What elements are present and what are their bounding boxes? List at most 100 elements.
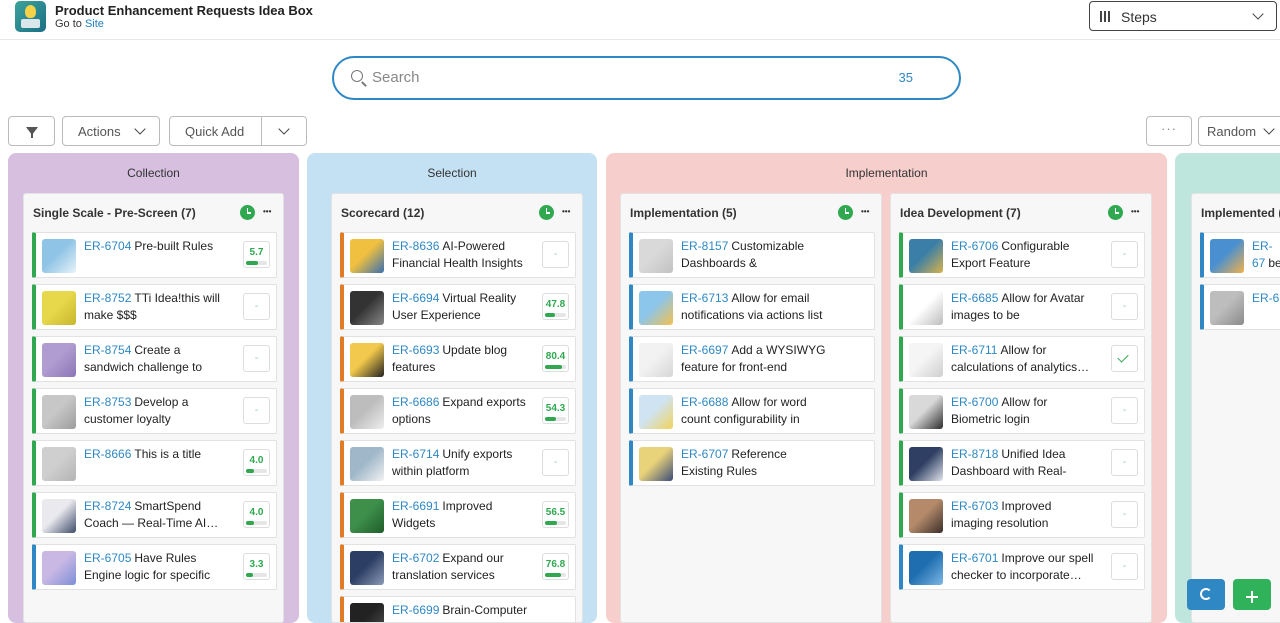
score-badge[interactable]: -	[1111, 553, 1138, 580]
idea-id-link[interactable]: ER-6688	[681, 395, 728, 409]
score-badge[interactable]: -	[243, 293, 270, 320]
idea-card[interactable]: ER-6701 Improve our spell checker to inco…	[899, 544, 1145, 590]
idea-card[interactable]: ER-6694 Virtual Reality User Experience 47…	[340, 284, 576, 330]
score-badge[interactable]: -	[1111, 241, 1138, 268]
score-badge[interactable]: 56.5	[542, 501, 569, 528]
idea-card[interactable]: ER-6711 Allow for calculations of analyti…	[899, 336, 1145, 382]
idea-id-link[interactable]: ER-6685	[951, 291, 998, 305]
idea-card[interactable]: ER-6702 Expand our translation services 76…	[340, 544, 576, 590]
idea-card[interactable]: ER-6704 Pre-built Rules 5.7	[32, 232, 277, 278]
idea-id-link[interactable]: ER-8753	[84, 395, 131, 409]
view-select[interactable]: Steps	[1089, 1, 1277, 31]
score-badge[interactable]: 54.3	[542, 397, 569, 424]
idea-id-link[interactable]: ER-8636	[392, 239, 439, 253]
search-bar[interactable]: Search 35	[332, 56, 961, 100]
score-badge[interactable]: 4.0	[243, 449, 270, 476]
idea-id-link[interactable]: ER-66	[1252, 291, 1280, 305]
score-badge[interactable]: 47.8	[542, 293, 569, 320]
stage-title[interactable]: Scorecard (12)	[341, 206, 424, 220]
idea-card[interactable]: ER-8157Customizable Dashboards & Workspa…	[629, 232, 875, 278]
idea-card[interactable]: ER-6703 Improved imaging resolution -	[899, 492, 1145, 538]
stage-menu-icon[interactable]: •••	[562, 207, 570, 216]
idea-id-link[interactable]: ER-6699	[392, 603, 439, 617]
idea-id-link[interactable]: ER-6693	[392, 343, 439, 357]
score-badge[interactable]: 4.0	[243, 501, 270, 528]
score-badge[interactable]: -	[1111, 397, 1138, 424]
idea-card[interactable]: ER-6706 Configurable Export Feature -	[899, 232, 1145, 278]
idea-id-link[interactable]: ER-6711	[951, 343, 997, 357]
quick-add-dropdown-icon[interactable]	[278, 123, 290, 135]
idea-id-link[interactable]: ER-6701	[951, 551, 998, 565]
stage-menu-icon[interactable]: •••	[263, 207, 271, 216]
idea-card[interactable]: ER-6688 Allow for word count configurabil…	[629, 388, 875, 434]
idea-card[interactable]: ER-6713 Allow for email notifications via…	[629, 284, 875, 330]
score-badge[interactable]: -	[1111, 293, 1138, 320]
idea-card[interactable]: ER-8754Create a sandwich challenge to ge…	[32, 336, 277, 382]
idea-id-link[interactable]: ER-6706	[951, 239, 998, 253]
idea-id-link[interactable]: ER-8724	[84, 499, 131, 513]
idea-id-link[interactable]: ER-6697	[681, 343, 728, 357]
add-idea-button[interactable]	[1233, 579, 1271, 610]
site-link[interactable]: Site	[85, 18, 104, 30]
idea-card[interactable]: ER-6691 Improved Widgets 56.5	[340, 492, 576, 538]
actions-button[interactable]: Actions	[62, 116, 160, 146]
idea-card[interactable]: ER-67betw	[1200, 232, 1280, 278]
idea-id-link[interactable]: ER-6707	[681, 447, 728, 461]
idea-id-link[interactable]: ER-8157	[681, 239, 728, 253]
idea-id-link[interactable]: ER-6705	[84, 551, 131, 565]
idea-card[interactable]: ER-8666 This is a title 4.0	[32, 440, 277, 486]
sort-select[interactable]: Random	[1198, 116, 1280, 146]
idea-card[interactable]: ER-6705 Have Rules Engine logic for speci…	[32, 544, 277, 590]
score-bar	[545, 417, 566, 421]
stage-title[interactable]: Single Scale - Pre-Screen (7)	[33, 206, 196, 220]
score-badge[interactable]: -	[243, 397, 270, 424]
score-badge[interactable]: 80.4	[542, 345, 569, 372]
idea-id-link[interactable]: ER-8666	[84, 447, 131, 461]
idea-card[interactable]: ER-8753Develop a customer loyalty progra…	[32, 388, 277, 434]
quick-add-button[interactable]: Quick Add	[169, 116, 307, 146]
score-badge[interactable]: -	[1111, 501, 1138, 528]
idea-card[interactable]: ER-8724 SmartSpend Coach — Real-Time AI… 4…	[32, 492, 277, 538]
idea-id-link[interactable]: ER-6714	[392, 447, 439, 461]
idea-card[interactable]: ER-66	[1200, 284, 1280, 330]
score-badge[interactable]: 3.3	[243, 553, 270, 580]
idea-id-link[interactable]: ER-6691	[392, 499, 439, 513]
idea-id-link[interactable]: ER-8754	[84, 343, 131, 357]
idea-card[interactable]: ER-8718 Unified Idea Dashboard with Real-…	[899, 440, 1145, 486]
score-badge[interactable]: 5.7	[243, 241, 270, 268]
idea-card[interactable]: ER-8636 AI-Powered Financial Health Insig…	[340, 232, 576, 278]
refresh-button[interactable]	[1187, 579, 1225, 610]
phase-title: Implementation	[845, 166, 928, 180]
idea-card[interactable]: ER-6714 Unify exports within platform -	[340, 440, 576, 486]
idea-card[interactable]: ER-6693 Update blog features 80.4	[340, 336, 576, 382]
idea-card[interactable]: ER-6686 Expand exports options 54.3	[340, 388, 576, 434]
idea-id-link[interactable]: ER-6703	[951, 499, 998, 513]
idea-card[interactable]: ER-6707 Reference Existing Rules	[629, 440, 875, 486]
stage-title[interactable]: Implemented (	[1201, 206, 1280, 220]
idea-id-link[interactable]: ER-8718	[951, 447, 998, 461]
stage-title[interactable]: Implementation (5)	[630, 206, 737, 220]
search-input[interactable]: Search	[372, 69, 420, 86]
more-options-button[interactable]: ···	[1146, 116, 1192, 146]
idea-card[interactable]: ER-6685Allow for Avatar images to be aut…	[899, 284, 1145, 330]
score-badge[interactable]: -	[542, 449, 569, 476]
stage-menu-icon[interactable]: •••	[861, 207, 869, 216]
idea-id-link[interactable]: ER-6704	[84, 239, 131, 253]
score-badge[interactable]: -	[1111, 449, 1138, 476]
score-badge[interactable]: -	[243, 345, 270, 372]
idea-id-link[interactable]: ER-6700	[951, 395, 998, 409]
idea-id-link[interactable]: ER-6694	[392, 291, 439, 305]
score-badge[interactable]: -	[542, 241, 569, 268]
idea-card[interactable]: ER-8752 TTi Idea!this will make $$$ -	[32, 284, 277, 330]
score-badge[interactable]: 76.8	[542, 553, 569, 580]
stage-menu-icon[interactable]: •••	[1131, 207, 1139, 216]
score-badge[interactable]	[1111, 345, 1138, 372]
idea-id-link[interactable]: ER-6713	[681, 291, 728, 305]
filter-button[interactable]	[8, 116, 55, 146]
idea-id-link[interactable]: ER-8752	[84, 291, 131, 305]
idea-id-link[interactable]: ER-6686	[392, 395, 439, 409]
stage-title[interactable]: Idea Development (7)	[900, 206, 1021, 220]
idea-card[interactable]: ER-6700 Allow for Biometric login -	[899, 388, 1145, 434]
idea-id-link[interactable]: ER-6702	[392, 551, 439, 565]
idea-card[interactable]: ER-6697 Add a WYSIWYG feature for front-e…	[629, 336, 875, 382]
